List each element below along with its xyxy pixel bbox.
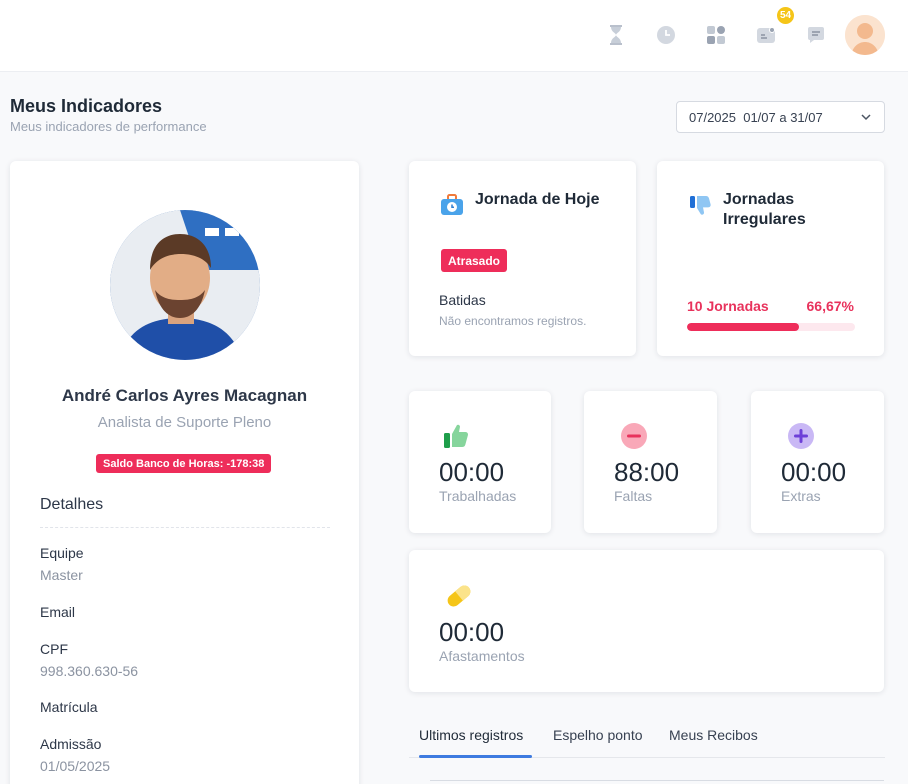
unread-dot	[769, 27, 775, 33]
period-select-value: 07/2025 01/07 a 31/07	[689, 109, 823, 125]
absences-value: 88:00	[614, 457, 680, 487]
absences-label: Faltas	[614, 488, 653, 504]
detail-label-email: Email	[40, 604, 76, 620]
worked-hours-label: Trabalhadas	[439, 488, 517, 504]
profile-photo	[110, 210, 260, 360]
today-journey-title: Jornada de Hoje	[475, 191, 600, 208]
apps-grid-icon[interactable]	[705, 24, 727, 46]
chat-icon[interactable]	[805, 24, 827, 46]
leaves-card: 00:00 Afastamentos	[409, 550, 884, 692]
page-title: Meus Indicadores	[10, 96, 163, 116]
pill-icon	[443, 580, 475, 612]
profile-name: André Carlos Ayres Macagnan	[61, 386, 308, 405]
clock-icon[interactable]	[655, 24, 677, 46]
user-avatar[interactable]	[845, 15, 885, 55]
irregular-progress-bar	[687, 323, 855, 331]
page-subtitle: Meus indicadores de performance	[10, 119, 207, 134]
leaves-label: Afastamentos	[439, 648, 525, 664]
thumbs-down-icon	[688, 194, 712, 218]
irregular-journeys-card: Jornadas Irregulares 10 Jornadas 66,67%	[657, 161, 884, 356]
detail-value-admissao: 01/05/2025	[40, 758, 111, 774]
punches-label: Batidas	[439, 292, 486, 308]
records-tabs: Ultimos registros Espelho ponto Meus Rec…	[409, 721, 885, 758]
thumbs-up-icon	[441, 421, 471, 451]
details-divider	[40, 527, 330, 528]
irregular-percent: 66,67%	[806, 298, 854, 314]
worked-hours-card: 00:00 Trabalhadas	[409, 391, 551, 533]
extra-hours-value: 00:00	[781, 457, 847, 487]
period-select[interactable]: 07/2025 01/07 a 31/07	[676, 101, 885, 133]
punches-empty-text: Não encontramos registros.	[439, 314, 587, 328]
hourglass-icon[interactable]	[605, 24, 627, 46]
minus-circle-icon	[620, 422, 648, 450]
active-tab-indicator	[419, 755, 532, 758]
notification-count-badge: 54	[775, 5, 796, 26]
detail-label-cpf: CPF	[40, 641, 68, 657]
irregular-journeys-title: Jornadas Irregulares	[723, 191, 806, 228]
tab-espelho-ponto[interactable]: Espelho ponto	[553, 727, 643, 743]
tab-meus-recibos[interactable]: Meus Recibos	[669, 727, 758, 743]
profile-role: Analista de Suporte Pleno	[97, 414, 272, 431]
plus-circle-icon	[787, 422, 815, 450]
detail-value-cpf: 998.360.630-56	[40, 663, 139, 679]
today-journey-card: Jornada de Hoje Atrasado Batidas Não enc…	[409, 161, 636, 356]
briefcase-clock-icon	[440, 193, 464, 217]
hours-bank-badge: Saldo Banco de Horas: -178:38	[96, 454, 272, 473]
records-table-edge	[430, 780, 884, 784]
detail-label-equipe: Equipe	[40, 545, 84, 561]
details-title: Detalhes	[40, 496, 104, 513]
status-badge: Atrasado	[441, 249, 508, 272]
detail-value-equipe: Master	[40, 567, 83, 583]
detail-label-admissao: Admissão	[40, 736, 102, 752]
irregular-progress-fill	[687, 323, 799, 331]
extra-hours-label: Extras	[781, 488, 821, 504]
top-bar: 54	[0, 0, 908, 72]
irregular-count: 10 Jornadas	[687, 298, 769, 314]
profile-card: André Carlos Ayres Macagnan Analista de …	[10, 161, 359, 784]
leaves-value: 00:00	[439, 617, 505, 647]
worked-hours-value: 00:00	[439, 457, 505, 487]
detail-label-matricula: Matrícula	[40, 699, 98, 715]
tab-ultimos-registros[interactable]: Ultimos registros	[419, 727, 523, 743]
chevron-down-icon	[860, 111, 872, 126]
absences-card: 88:00 Faltas	[584, 391, 717, 533]
extra-hours-card: 00:00 Extras	[751, 391, 884, 533]
